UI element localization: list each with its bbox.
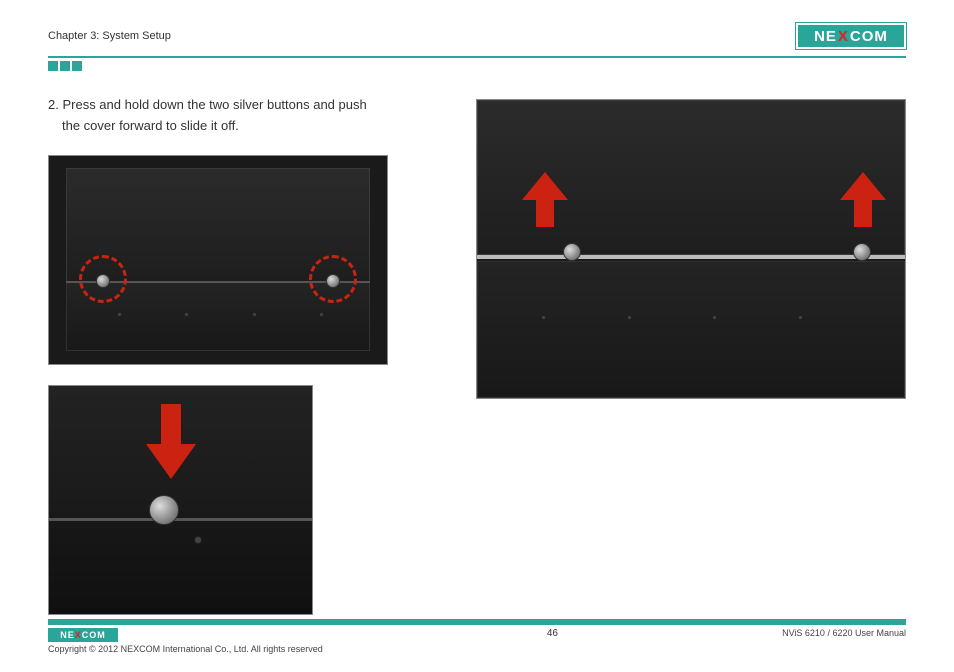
step-line1: Press and hold down the two silver butto… xyxy=(62,97,366,112)
brand-right: COM xyxy=(850,28,888,45)
figure-button-closeup xyxy=(48,385,313,615)
doc-title: NViS 6210 / 6220 User Manual xyxy=(782,628,906,638)
figure-slide-cover xyxy=(476,99,906,399)
footer-rule xyxy=(48,619,906,625)
brand-x: X xyxy=(837,28,850,45)
footer-left: NEXCOM Copyright © 2012 NEXCOM Internati… xyxy=(48,628,323,654)
arrow-down-icon xyxy=(136,404,206,484)
footer-brand-logo: NEXCOM xyxy=(48,628,118,642)
chapter-title: Chapter 3: System Setup xyxy=(48,30,171,42)
header-rule xyxy=(48,56,906,58)
step-text: 2. Press and hold down the two silver bu… xyxy=(48,95,426,137)
figure-buttons-overview xyxy=(48,155,388,365)
step-line2: the cover forward to slide it off. xyxy=(48,116,426,137)
step-number: 2. xyxy=(48,97,59,112)
page-number: 46 xyxy=(547,628,558,639)
highlight-circle-icon xyxy=(309,255,357,303)
brand-left: NE xyxy=(814,28,837,45)
header-squares xyxy=(48,61,906,71)
brand-logo: NEXCOM xyxy=(796,23,906,49)
copyright-text: Copyright © 2012 NEXCOM International Co… xyxy=(48,644,323,654)
arrow-up-icon xyxy=(520,172,570,232)
arrow-up-icon xyxy=(838,172,888,232)
